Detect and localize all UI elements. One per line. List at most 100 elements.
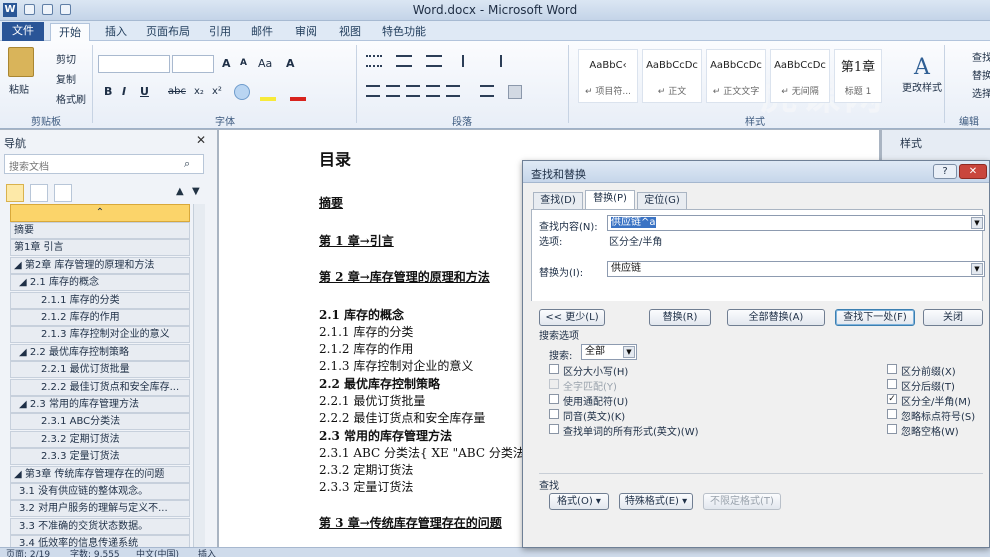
find-button[interactable]: 查找 (972, 49, 990, 64)
option-checkbox[interactable] (887, 379, 897, 389)
nav-search-input[interactable]: 搜索文档 (4, 154, 204, 174)
style-heading-1[interactable]: 第1章 标题 1 (834, 49, 882, 103)
option-checkbox[interactable] (549, 424, 559, 434)
change-styles-icon[interactable]: A (914, 55, 930, 80)
align-left-icon[interactable] (366, 85, 380, 97)
nav-heading-item[interactable]: ◢ 2.2 最优库存控制策略 (10, 343, 190, 361)
replace-once-button[interactable]: 替换(R) (649, 309, 711, 326)
insert-mode[interactable]: 插入 (198, 548, 216, 557)
nav-heading-item[interactable]: 2.1.3 库存控制对企业的意义 (10, 326, 190, 344)
headings-view-tab[interactable] (6, 184, 24, 202)
nav-heading-item[interactable]: 2.2.1 最优订货批量 (10, 361, 190, 379)
clear-format-button[interactable]: A (286, 57, 295, 70)
next-icon[interactable]: ▼ (192, 186, 200, 197)
close-icon[interactable]: ✕ (196, 133, 206, 147)
text-effects-icon[interactable] (234, 84, 250, 100)
nav-collapse-handle[interactable]: ⌃ (10, 204, 190, 222)
tab-replace[interactable]: 替换(P) (585, 190, 635, 210)
subscript-button[interactable]: x₂ (194, 86, 204, 97)
tab-insert[interactable]: 插入 (96, 23, 136, 41)
superscript-button[interactable]: x² (212, 86, 222, 97)
nav-heading-item[interactable]: 3.1 没有供应链的整体观念。 (10, 483, 190, 500)
nav-heading-item[interactable]: ◢ 第3章 传统库存管理存在的问题 (10, 465, 190, 483)
option-checkbox[interactable] (549, 364, 559, 374)
italic-button[interactable]: I (122, 85, 126, 98)
shading-icon[interactable] (508, 85, 522, 99)
format-painter-button[interactable]: 格式刷 (56, 91, 86, 106)
select-button[interactable]: 选择 (972, 85, 990, 100)
tab-file[interactable]: 文件 (2, 22, 44, 41)
nav-heading-item[interactable]: 3.2 对用户服务的理解与定义不... (10, 500, 190, 518)
replace-with-input[interactable]: 供应链 ▼ (607, 261, 985, 277)
replace-all-button[interactable]: 全部替换(A) (727, 309, 825, 326)
pages-view-tab[interactable] (30, 184, 48, 202)
help-button[interactable]: ? (933, 164, 957, 179)
page-count[interactable]: 页面: 2/19 (6, 548, 50, 557)
change-styles-button[interactable]: 更改样式 (902, 79, 942, 94)
find-what-input[interactable]: 供应链^a ▼ (607, 215, 985, 231)
option-checkbox[interactable] (549, 394, 559, 404)
nav-scrollbar[interactable] (193, 204, 205, 550)
tab-goto[interactable]: 定位(G) (637, 192, 687, 209)
paste-button[interactable]: 粘贴 (9, 81, 29, 96)
nav-heading-item[interactable]: ◢ 2.1 库存的概念 (10, 274, 190, 292)
strikethrough-button[interactable]: abc (168, 86, 186, 97)
nav-heading-item[interactable]: 2.3.3 定量订货法 (10, 448, 190, 466)
no-format-button[interactable]: 不限定格式(T) (703, 493, 781, 510)
tab-mailings[interactable]: 邮件 (244, 23, 280, 41)
copy-button[interactable]: 复制 (56, 71, 76, 86)
nav-heading-item[interactable]: 摘要 (10, 222, 190, 239)
option-checkbox[interactable]: ✓ (887, 394, 897, 404)
chevron-down-icon[interactable]: ▼ (971, 217, 983, 229)
tab-page-layout[interactable]: 页面布局 (140, 23, 196, 41)
bullets-icon[interactable] (366, 55, 382, 67)
tab-special[interactable]: 特色功能 (374, 23, 434, 41)
format-button[interactable]: 格式(O) ▾ (549, 493, 609, 510)
nav-heading-item[interactable]: 第1章 引言 (10, 239, 190, 257)
tab-references[interactable]: 引用 (202, 23, 238, 41)
results-view-tab[interactable] (54, 184, 72, 202)
special-format-button[interactable]: 特殊格式(E) ▾ (619, 493, 693, 510)
nav-heading-item[interactable]: 2.1.1 库存的分类 (10, 291, 190, 309)
font-name-input[interactable] (98, 55, 170, 73)
font-color-icon[interactable] (290, 97, 306, 101)
tab-review[interactable]: 审阅 (288, 23, 324, 41)
tab-find[interactable]: 查找(D) (533, 192, 583, 209)
cut-button[interactable]: 剪切 (56, 51, 76, 66)
dialog-close-button[interactable]: ✕ (959, 164, 987, 179)
nav-heading-item[interactable]: 3.3 不准确的交货状态数据。 (10, 517, 190, 535)
style-normal[interactable]: AaBbCcDc ↵ 正文 (642, 49, 702, 103)
language-indicator[interactable]: 中文(中国) (136, 548, 179, 557)
option-checkbox[interactable] (549, 379, 559, 389)
nav-heading-item[interactable]: ◢ 2.3 常用的库存管理方法 (10, 396, 190, 413)
previous-icon[interactable]: ▲ (176, 186, 184, 197)
nav-heading-item[interactable]: 2.3.1 ABC分类法 (10, 413, 190, 431)
change-case-button[interactable]: Aa (258, 57, 272, 70)
word-count[interactable]: 字数: 9,555 (70, 548, 120, 557)
line-spacing-icon[interactable] (480, 85, 494, 97)
decrease-indent-icon[interactable] (462, 55, 478, 67)
find-next-button[interactable]: 查找下一处(F) (835, 309, 915, 326)
option-checkbox[interactable] (887, 364, 897, 374)
close-button[interactable]: 关闭 (923, 309, 983, 326)
nav-heading-item[interactable]: 2.3.2 定期订货法 (10, 430, 190, 448)
nav-heading-item[interactable]: 2.1.2 库存的作用 (10, 309, 190, 326)
style-no-spacing[interactable]: AaBbCcDc ↵ 无间隔 (770, 49, 830, 103)
tab-home[interactable]: 开始 (50, 23, 90, 42)
numbering-icon[interactable] (396, 55, 412, 67)
nav-heading-item[interactable]: 2.2.2 最佳订货点和安全库存... (10, 378, 190, 396)
tab-view[interactable]: 视图 (332, 23, 368, 41)
less-button[interactable]: << 更少(L) (539, 309, 605, 326)
grow-font-button[interactable]: A (222, 57, 231, 70)
option-checkbox[interactable] (549, 409, 559, 419)
font-size-input[interactable] (172, 55, 214, 73)
distributed-icon[interactable] (446, 85, 460, 97)
highlight-color-icon[interactable] (260, 97, 276, 101)
paste-icon[interactable] (8, 47, 34, 77)
search-icon[interactable]: ⌕ (184, 157, 190, 171)
increase-indent-icon[interactable] (486, 55, 502, 67)
style-bullet-item[interactable]: AaBbC‹ ↵ 项目符... (578, 49, 638, 103)
underline-button[interactable]: U (140, 85, 149, 98)
align-right-icon[interactable] (406, 85, 420, 97)
replace-button[interactable]: 替换 (972, 67, 990, 82)
